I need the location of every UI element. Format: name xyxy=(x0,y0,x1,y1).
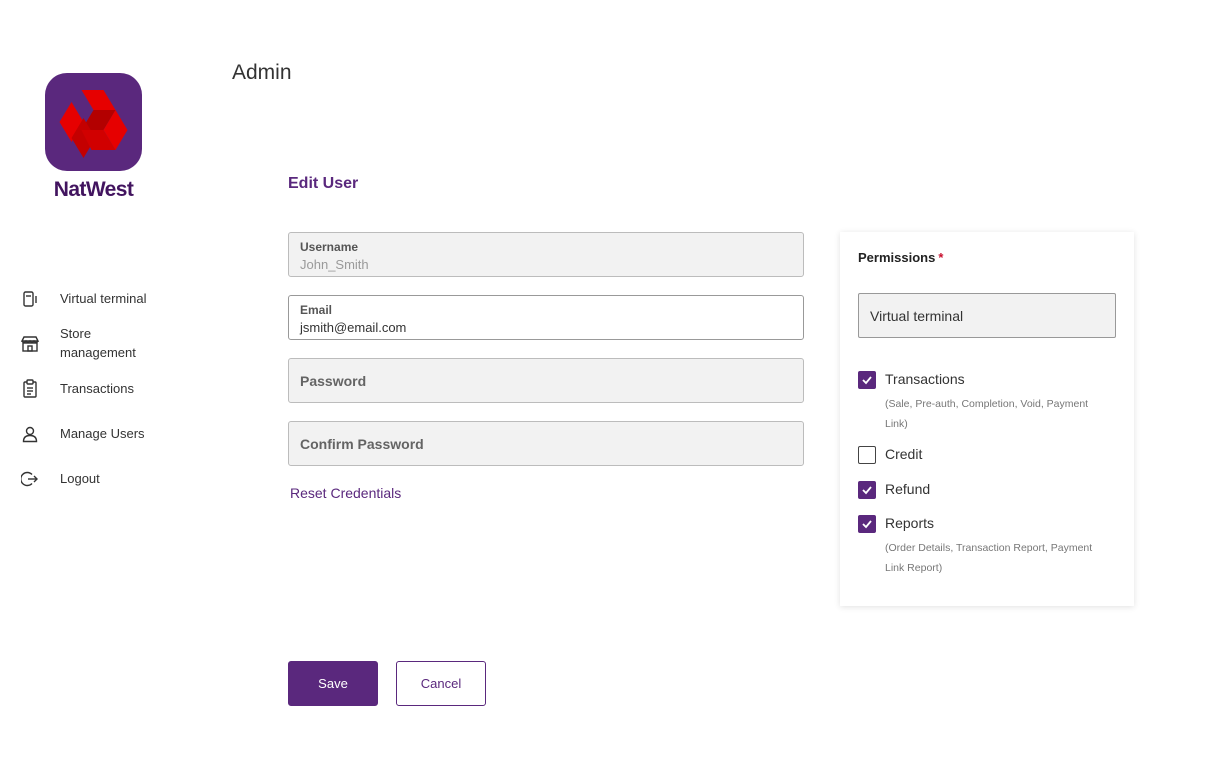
username-field: Username John_Smith xyxy=(288,232,804,277)
permissions-panel: Permissions * Virtual terminal Transactio… xyxy=(840,232,1134,606)
password-placeholder: Password xyxy=(300,373,367,389)
card-terminal-icon xyxy=(18,287,42,311)
sidebar-item-label: Transactions xyxy=(60,381,134,396)
checkmark-icon xyxy=(862,486,872,495)
email-label: Email xyxy=(300,303,333,317)
cancel-button[interactable]: Cancel xyxy=(396,661,486,706)
credit-checkbox[interactable] xyxy=(858,446,876,464)
sidebar-item-label: Manage Users xyxy=(60,426,145,441)
sidebar-item-transactions[interactable]: Transactions xyxy=(18,377,134,401)
permission-description: (Sale, Pre-auth, Completion, Void, Payme… xyxy=(885,398,1089,430)
natwest-logo xyxy=(45,73,142,171)
confirm-password-placeholder: Confirm Password xyxy=(300,436,424,452)
permission-label: Transactions xyxy=(885,371,965,387)
section-title: Edit User xyxy=(288,175,359,192)
clipboard-icon xyxy=(18,377,42,401)
sidebar-item-label: Virtual terminal xyxy=(60,291,147,306)
checkmark-icon xyxy=(862,376,872,385)
sidebar-item-virtual-terminal[interactable]: Virtual terminal xyxy=(18,287,146,311)
permission-description: (Order Details, Transaction Report, Paym… xyxy=(885,542,1093,574)
user-icon xyxy=(18,422,42,446)
confirm-password-field[interactable]: Confirm Password xyxy=(288,421,804,466)
permission-group-select[interactable]: Virtual terminal xyxy=(858,293,1116,338)
store-icon xyxy=(18,332,42,356)
page-title: Admin xyxy=(232,61,292,84)
username-label: Username xyxy=(300,240,359,254)
sidebar-item-logout[interactable]: Logout xyxy=(18,467,100,491)
permission-label: Refund xyxy=(885,481,931,497)
permissions-title-text: Permissions xyxy=(858,250,936,265)
sidebar-item-label: Store management xyxy=(60,326,136,360)
checkmark-icon xyxy=(862,520,872,529)
reset-credentials-link[interactable]: Reset Credentials xyxy=(290,485,401,501)
permission-label: Credit xyxy=(885,446,923,462)
reports-checkbox[interactable] xyxy=(858,515,876,533)
sidebar-item-manage-users[interactable]: Manage Users xyxy=(18,422,145,446)
password-field[interactable]: Password xyxy=(288,358,804,403)
email-field[interactable]: Email jsmith@email.com xyxy=(288,295,804,340)
sidebar-item-label: Logout xyxy=(60,471,100,486)
username-value: John_Smith xyxy=(300,257,369,272)
email-value[interactable]: jsmith@email.com xyxy=(300,320,406,335)
transactions-checkbox[interactable] xyxy=(858,371,876,389)
permissions-title: Permissions * xyxy=(858,250,943,265)
refund-checkbox[interactable] xyxy=(858,481,876,499)
brand-wordmark: NatWest xyxy=(53,178,134,201)
sidebar-item-store-management[interactable]: Store management xyxy=(18,326,136,360)
required-marker: * xyxy=(938,250,944,265)
logout-icon xyxy=(18,467,42,491)
save-button[interactable]: Save xyxy=(288,661,378,706)
permission-label: Reports xyxy=(885,515,935,531)
